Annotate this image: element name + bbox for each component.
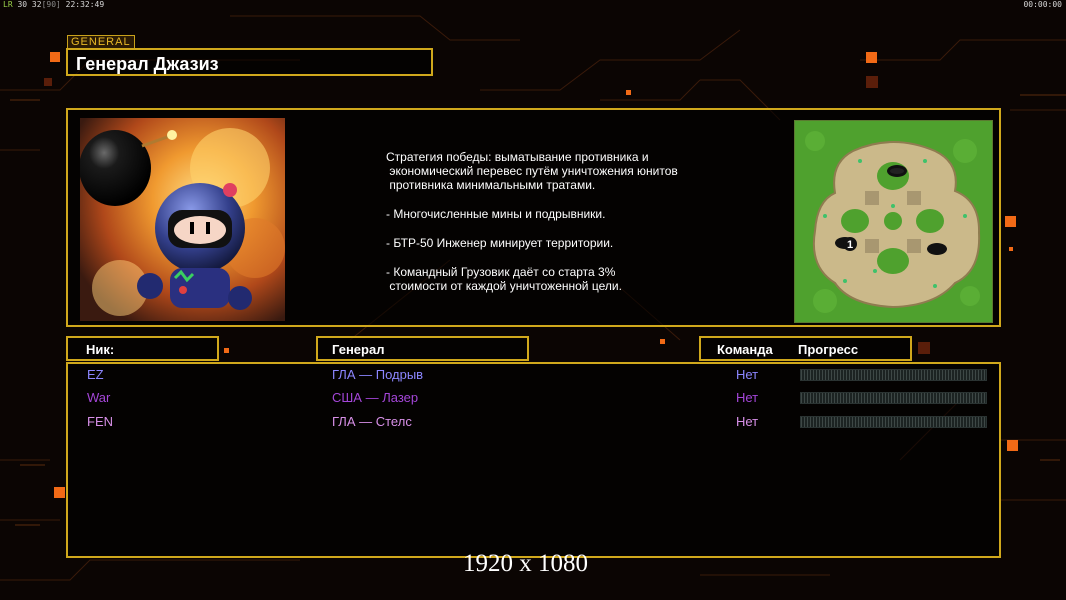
general-header-label: Генерал xyxy=(332,342,385,357)
title-box: Генерал Джазиз xyxy=(66,48,433,76)
desc-line: - Многочисленные мины и подрывники. xyxy=(386,207,606,221)
player-row: War США — Лазер Нет xyxy=(68,387,999,407)
player-row: FEN ГЛА — Стелс Нет xyxy=(68,411,999,431)
player-nick: EZ xyxy=(87,367,104,382)
player-progress-bar xyxy=(800,392,987,404)
general-info-panel: Стратегия победы: выматывание противника… xyxy=(66,108,1001,327)
team-header-label: Команда xyxy=(717,342,773,357)
general-portrait xyxy=(80,118,285,321)
clock: 22:32:49 xyxy=(65,0,105,9)
page-title: Генерал Джазиз xyxy=(76,54,219,74)
players-panel: EZ ГЛА — Подрыв Нет War США — Лазер Нет … xyxy=(66,362,1001,558)
player-progress-bar xyxy=(800,416,987,428)
player-general: ГЛА — Стелс xyxy=(332,414,412,429)
fps-counter: LR 30 32[90] 22:32:49 xyxy=(3,0,104,9)
nick-header-label: Ник: xyxy=(86,342,115,357)
column-header-general: Генерал xyxy=(316,336,529,361)
player-nick: FEN xyxy=(87,414,113,429)
player-team: Нет xyxy=(736,390,759,405)
column-header-team-progress: Команда Прогресс xyxy=(699,336,912,361)
game-timer: 00:00:00 xyxy=(1023,0,1062,9)
player-row: EZ ГЛА — Подрыв Нет xyxy=(68,364,999,384)
player-nick: War xyxy=(87,390,111,405)
fps-bracket: [90] xyxy=(41,0,61,9)
general-tag: GENERAL xyxy=(67,35,135,49)
column-header-nick: Ник: xyxy=(66,336,219,361)
player-general: ГЛА — Подрыв xyxy=(332,367,424,382)
map-start-marker: 1 xyxy=(847,239,853,251)
player-general: США — Лазер xyxy=(332,390,419,405)
desc-line: Стратегия победы: выматывание противника… xyxy=(386,150,678,192)
desc-line: - БТР-50 Инженер минирует территории. xyxy=(386,236,614,250)
player-progress-bar xyxy=(800,369,987,381)
fps-values: 30 32 xyxy=(17,0,42,9)
resolution-label: 1920 x 1080 xyxy=(463,550,588,577)
player-team: Нет xyxy=(736,414,759,429)
map-preview: 1 xyxy=(794,120,993,323)
progress-header-label: Прогресс xyxy=(798,342,859,357)
fps-label: LR xyxy=(3,0,13,9)
strategy-description: Стратегия победы: выматывание противника… xyxy=(386,150,746,308)
player-team: Нет xyxy=(736,367,759,382)
desc-line: - Командный Грузовик даёт со старта 3% с… xyxy=(386,265,622,293)
